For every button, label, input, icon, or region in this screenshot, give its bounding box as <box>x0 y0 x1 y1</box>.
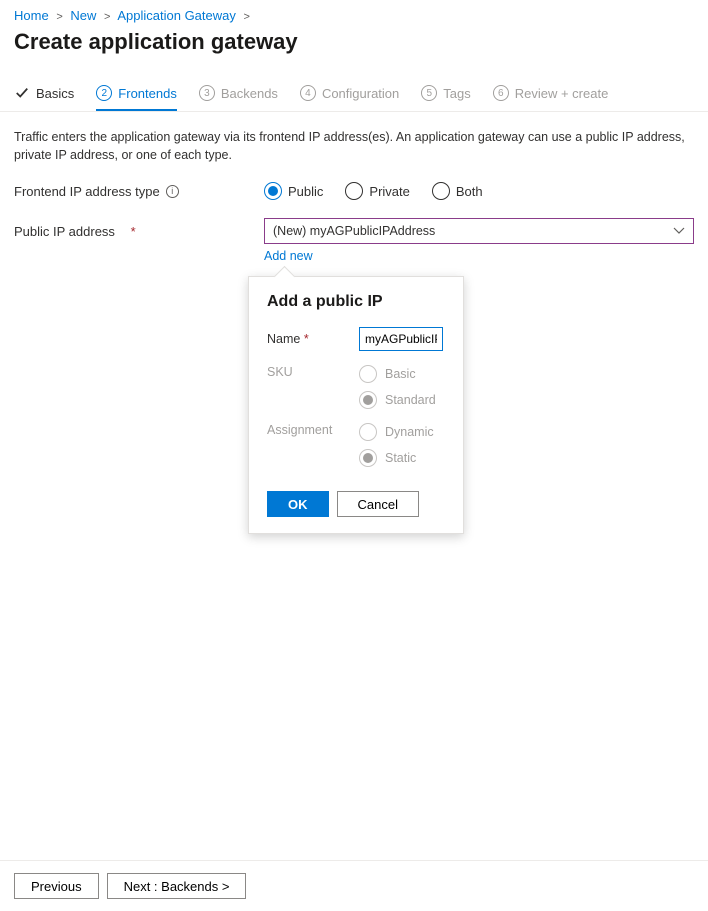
radio-group-frontend-type: Public Private Both <box>264 182 483 200</box>
radio-label: Private <box>369 184 409 199</box>
select-public-ip[interactable]: (New) myAGPublicIPAddress <box>264 218 694 244</box>
radio-label: Static <box>385 451 416 465</box>
tab-configuration[interactable]: 4 Configuration <box>300 79 399 111</box>
step-number-icon: 3 <box>199 85 215 101</box>
footer-nav: Previous Next : Backends > <box>0 860 708 911</box>
info-icon[interactable]: i <box>166 185 179 198</box>
label-assignment: Assignment <box>267 423 359 437</box>
radio-label: Both <box>456 184 483 199</box>
select-value: (New) myAGPublicIPAddress <box>273 224 435 238</box>
label-name: Name * <box>267 332 359 346</box>
next-button[interactable]: Next : Backends > <box>107 873 247 899</box>
tab-description: Traffic enters the application gateway v… <box>0 112 708 182</box>
label-public-ip: Public IP address * <box>14 224 264 239</box>
tab-label: Review + create <box>515 86 609 101</box>
tab-label: Frontends <box>118 86 177 101</box>
radio-both[interactable]: Both <box>432 182 483 200</box>
tab-frontends[interactable]: 2 Frontends <box>96 79 177 111</box>
check-icon <box>14 85 30 101</box>
tab-label: Backends <box>221 86 278 101</box>
crumb-home[interactable]: Home <box>14 8 49 23</box>
tab-label: Tags <box>443 86 470 101</box>
popover-add-public-ip: Add a public IP Name * SKU Basic Standar… <box>248 276 464 534</box>
radio-public[interactable]: Public <box>264 182 323 200</box>
input-name[interactable] <box>359 327 443 351</box>
crumb-new[interactable]: New <box>70 8 96 23</box>
wizard-tabs: Basics 2 Frontends 3 Backends 4 Configur… <box>0 79 708 111</box>
step-number-icon: 2 <box>96 85 112 101</box>
tab-review-create[interactable]: 6 Review + create <box>493 79 609 111</box>
step-number-icon: 6 <box>493 85 509 101</box>
cancel-button[interactable]: Cancel <box>337 491 419 517</box>
tab-basics[interactable]: Basics <box>14 79 74 111</box>
label-frontend-ip-type: Frontend IP address type i <box>14 184 264 199</box>
crumb-app-gateway[interactable]: Application Gateway <box>117 8 236 23</box>
breadcrumb: Home > New > Application Gateway > <box>0 0 708 23</box>
chevron-right-icon: > <box>52 11 66 23</box>
label-sku: SKU <box>267 365 359 379</box>
radio-label: Standard <box>385 393 436 407</box>
chevron-down-icon <box>673 225 685 237</box>
radio-label: Public <box>288 184 323 199</box>
popover-title: Add a public IP <box>267 293 445 311</box>
step-number-icon: 4 <box>300 85 316 101</box>
ok-button[interactable]: OK <box>267 491 329 517</box>
chevron-right-icon: > <box>100 11 114 23</box>
radio-private[interactable]: Private <box>345 182 409 200</box>
page-title: Create application gateway <box>0 23 708 79</box>
radio-label: Basic <box>385 367 416 381</box>
tab-tags[interactable]: 5 Tags <box>421 79 470 111</box>
radio-assign-dynamic: Dynamic <box>359 423 434 441</box>
radio-assign-static: Static <box>359 449 434 467</box>
radio-sku-basic: Basic <box>359 365 436 383</box>
previous-button[interactable]: Previous <box>14 873 99 899</box>
link-add-new[interactable]: Add new <box>264 249 313 263</box>
radio-label: Dynamic <box>385 425 434 439</box>
radio-sku-standard: Standard <box>359 391 436 409</box>
tab-backends[interactable]: 3 Backends <box>199 79 278 111</box>
step-number-icon: 5 <box>421 85 437 101</box>
tab-label: Configuration <box>322 86 399 101</box>
tab-label: Basics <box>36 86 74 101</box>
chevron-right-icon: > <box>240 11 254 23</box>
